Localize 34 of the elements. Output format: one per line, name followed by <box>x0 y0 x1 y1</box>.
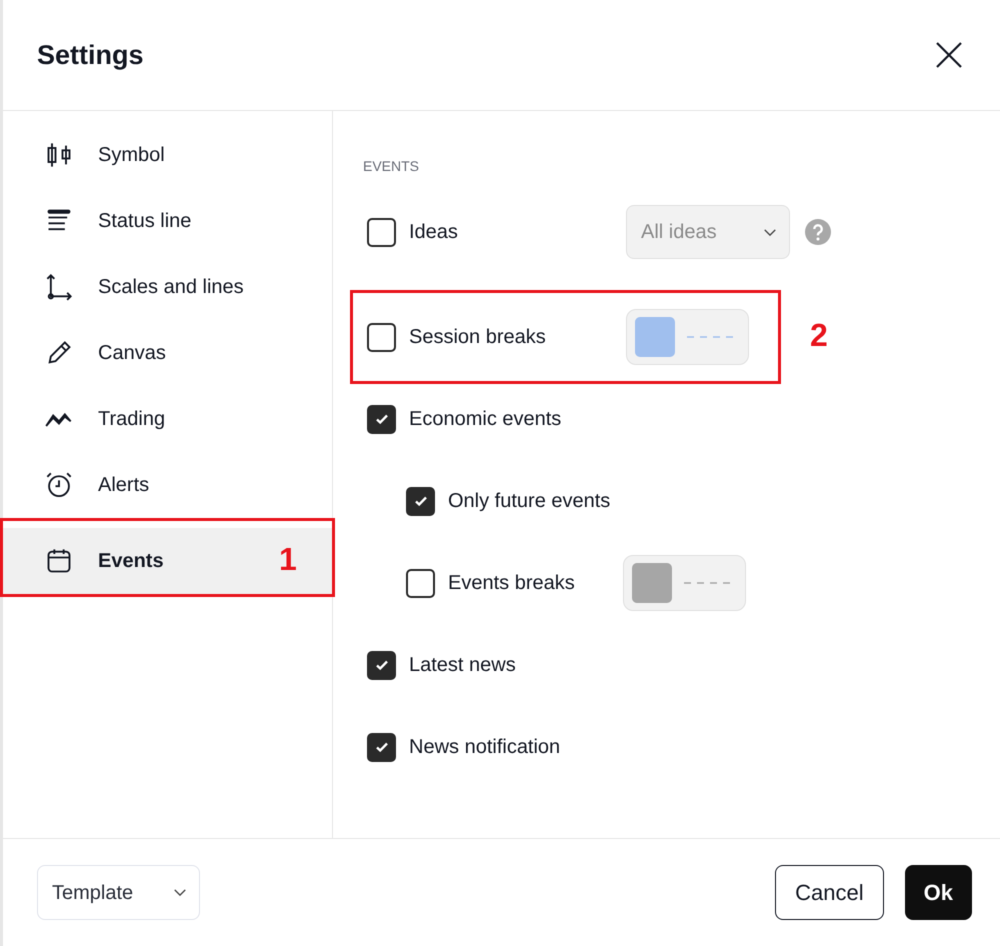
chevron-icon <box>763 228 777 236</box>
candles-icon <box>45 141 73 169</box>
annotation-number: 1 <box>279 541 297 577</box>
alarm-clock-icon <box>45 471 73 499</box>
sidebar-item[interactable]: Alerts <box>3 452 332 518</box>
sidebar-item[interactable]: Canvas <box>3 320 332 386</box>
calendar-icon <box>45 547 73 575</box>
option-label: News notification <box>409 735 562 760</box>
option-label: Latest news <box>409 653 517 678</box>
option-label: Session breaks <box>409 325 547 350</box>
dialog-title: Settings <box>37 38 144 72</box>
option-label: Events breaks <box>448 571 576 596</box>
checkbox[interactable] <box>406 486 435 516</box>
sidebar-item[interactable]: Symbol <box>3 122 332 188</box>
sidebar-item[interactable]: Status line <box>3 188 332 254</box>
option-label: Ideas <box>409 220 459 245</box>
option-label: Only future events <box>448 489 612 514</box>
sidebar-item[interactable]: Trading <box>3 386 332 452</box>
chevron-icon <box>173 888 187 897</box>
annotation-number: 2 <box>810 317 828 353</box>
checkbox[interactable] <box>367 218 396 246</box>
checkbox[interactable] <box>367 732 396 762</box>
checkbox[interactable] <box>367 322 396 352</box>
template-dropdown[interactable]: Template <box>37 865 200 920</box>
ok-button[interactable]: Ok <box>904 865 972 920</box>
section-heading: EVENTS <box>363 158 420 174</box>
checkbox[interactable] <box>367 404 396 434</box>
checkbox[interactable] <box>406 568 435 598</box>
option-label: Economic events <box>409 407 562 432</box>
cancel-button[interactable]: Cancel <box>775 865 884 920</box>
checkbox[interactable] <box>367 650 396 680</box>
axes-icon <box>45 273 73 301</box>
close-icon[interactable] <box>934 40 964 70</box>
sidebar-item[interactable]: Scales and lines <box>3 254 332 320</box>
